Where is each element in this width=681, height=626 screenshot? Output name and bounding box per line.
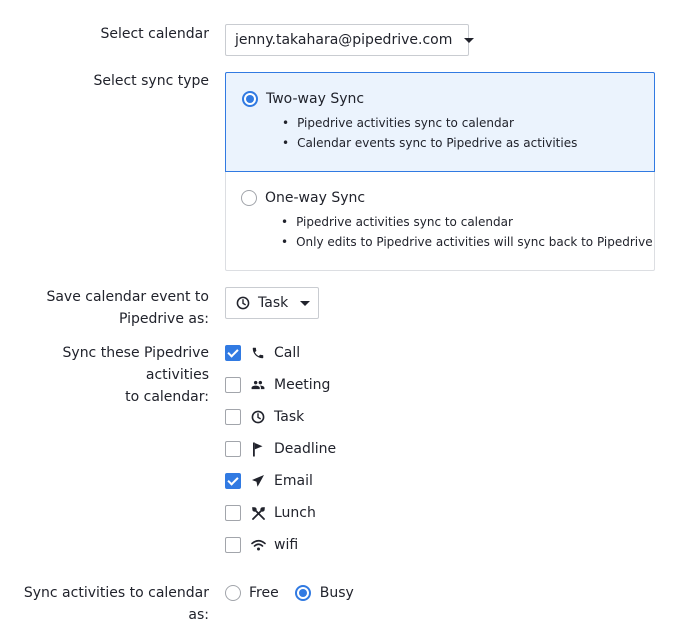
save-event-label: Save calendar event to Pipedrive as: [46,286,209,330]
one-way-sync-details: Pipedrive activities sync to calendar On… [281,212,653,252]
deadline-label: Deadline [274,441,337,457]
cutlery-icon [250,505,266,521]
task-label: Task [274,409,305,425]
busy-radio[interactable] [294,585,311,601]
calendar-select-value: jenny.takahara@pipedrive.com [235,32,453,48]
phone-icon [250,345,266,361]
one-way-sync-bullet: Pipedrive activities sync to calendar [281,212,653,232]
one-way-sync-bullet: Only edits to Pipedrive activities will … [281,232,653,252]
two-way-sync-option[interactable]: Two-way Sync Pipedrive activities sync t… [225,72,655,172]
call-label: Call [274,345,301,361]
activity-option-email[interactable]: Email [225,471,313,491]
wifi-label: wifi [274,537,299,553]
deadline-checkbox[interactable] [225,441,241,457]
sync-activities-label: Sync these Pipedrive activities to calen… [0,342,209,408]
sync-type-label: Select sync type [93,73,209,89]
one-way-sync-radio[interactable] [241,190,257,206]
availability-options: Free Busy [225,583,354,603]
one-way-sync-option[interactable]: One-way Sync Pipedrive activities sync t… [226,172,654,270]
two-way-sync-title: Two-way Sync [266,91,365,107]
save-event-type-select[interactable]: Task [225,287,319,319]
free-label: Free [249,585,279,601]
email-label: Email [274,473,313,489]
one-way-sync-title: One-way Sync [265,190,366,206]
two-way-sync-bullet: Calendar events sync to Pipedrive as act… [282,133,577,153]
chevron-down-icon [464,37,475,43]
activity-option-task[interactable]: Task [225,407,304,427]
save-event-type-value: Task [258,295,289,311]
email-checkbox[interactable] [225,473,241,489]
meeting-checkbox[interactable] [225,377,241,393]
two-way-sync-bullet: Pipedrive activities sync to calendar [282,113,577,133]
two-way-sync-radio[interactable] [242,91,258,107]
activity-option-lunch[interactable]: Lunch [225,503,316,523]
wifi-icon [250,537,266,553]
save-event-label-line1: Save calendar event to [46,289,209,305]
sync-activities-label-line1: Sync these Pipedrive activities [62,345,209,383]
clock-icon [236,296,250,310]
activity-option-call[interactable]: Call [225,343,300,363]
activity-option-meeting[interactable]: Meeting [225,375,330,395]
activity-option-wifi[interactable]: wifi [225,535,298,555]
activity-option-deadline[interactable]: Deadline [225,439,336,459]
clock-icon [250,409,266,425]
task-checkbox[interactable] [225,409,241,425]
calendar-select[interactable]: jenny.takahara@pipedrive.com [225,24,475,56]
free-radio[interactable] [225,585,241,601]
chevron-down-icon [300,300,311,306]
meeting-label: Meeting [274,377,331,393]
send-icon [250,473,266,489]
flag-icon [250,441,266,457]
people-icon [250,377,266,393]
sync-type-options: Two-way Sync Pipedrive activities sync t… [225,72,655,271]
lunch-checkbox[interactable] [225,505,241,521]
lunch-label: Lunch [274,505,316,521]
busy-label: Busy [319,585,354,601]
sync-as-label: Sync activities to calendar as: [23,585,209,623]
two-way-sync-details: Pipedrive activities sync to calendar Ca… [282,113,577,153]
call-checkbox[interactable] [225,345,241,361]
sync-activities-label-line2: to calendar: [125,389,209,405]
save-event-label-line2: Pipedrive as: [119,311,209,327]
select-calendar-label: Select calendar [100,26,209,42]
wifi-checkbox[interactable] [225,537,241,553]
